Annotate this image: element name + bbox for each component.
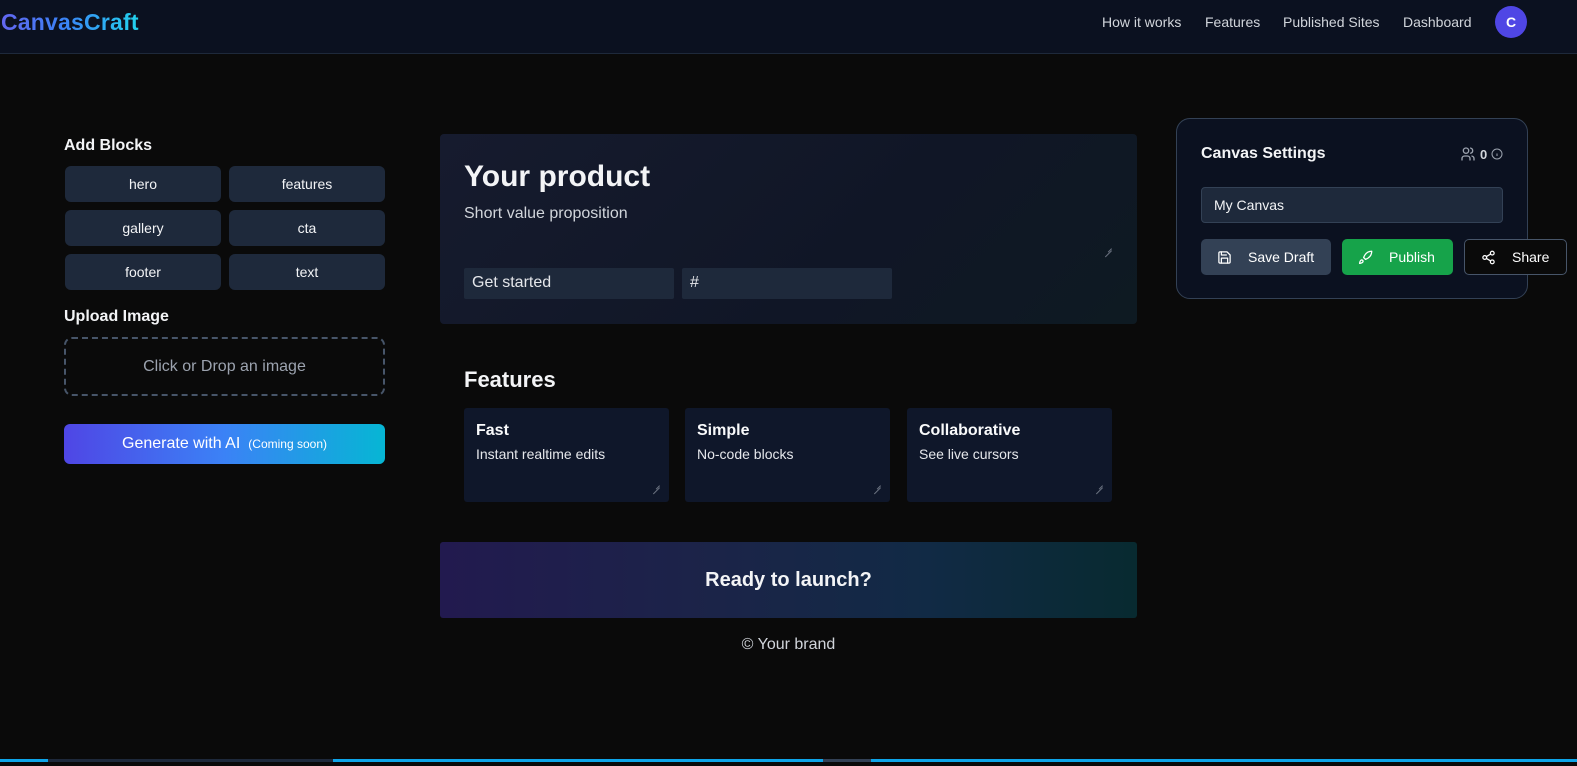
info-icon[interactable]	[1491, 148, 1503, 160]
share-label: Share	[1512, 249, 1550, 265]
rocket-icon	[1358, 250, 1373, 264]
hero-block[interactable]: Your product Short value proposition Get…	[440, 134, 1137, 324]
hero-title[interactable]: Your product	[464, 160, 650, 194]
share-icon	[1482, 250, 1495, 264]
publish-button[interactable]: Publish	[1342, 239, 1453, 275]
resize-handle-icon[interactable]	[874, 481, 881, 488]
hero-subtitle-textarea[interactable]: Short value proposition	[464, 205, 1112, 251]
nav-how-it-works[interactable]: How it works	[1102, 14, 1181, 30]
hero-button-text-input[interactable]: Get started	[464, 268, 674, 299]
save-draft-button[interactable]: Save Draft	[1201, 239, 1331, 275]
bottom-progress-strip	[871, 759, 1577, 762]
add-block-hero-button[interactable]: hero	[65, 166, 221, 202]
generate-with-ai-button[interactable]: Generate with AI (Coming soon)	[64, 424, 385, 464]
canvas-settings-panel: Canvas Settings 0 My Canvas Save Draft P…	[1176, 118, 1567, 299]
bottom-progress-strip	[0, 759, 48, 762]
feature-desc-text: Instant realtime edits	[476, 446, 606, 462]
hero-subtitle-text: Short value proposition	[464, 205, 628, 222]
image-dropzone[interactable]: Click or Drop an image	[64, 337, 385, 396]
collaborators-indicator: 0	[1460, 146, 1503, 162]
feature-title[interactable]: Simple	[697, 422, 749, 440]
collaborators-count: 0	[1480, 146, 1488, 162]
top-navbar: CanvasCraft How it works Features Publis…	[0, 0, 1577, 54]
resize-handle-icon[interactable]	[1096, 481, 1103, 488]
hero-button-link-input[interactable]: #	[682, 268, 892, 299]
feature-title[interactable]: Fast	[476, 422, 509, 440]
feature-card-simple[interactable]: Simple No-code blocks	[685, 408, 890, 502]
bottom-progress-strip	[48, 759, 333, 762]
save-icon	[1218, 250, 1231, 264]
share-button[interactable]: Share	[1464, 239, 1567, 275]
nav-published-sites[interactable]: Published Sites	[1283, 14, 1380, 30]
feature-card-fast[interactable]: Fast Instant realtime edits	[464, 408, 669, 502]
generate-label: Generate with AI	[122, 435, 241, 452]
publish-label: Publish	[1389, 249, 1435, 265]
add-block-features-button[interactable]: features	[229, 166, 385, 202]
feature-title[interactable]: Collaborative	[919, 422, 1020, 440]
feature-desc-textarea[interactable]: No-code blocks	[697, 446, 877, 484]
users-icon	[1461, 147, 1475, 161]
add-block-gallery-button[interactable]: gallery	[65, 210, 221, 246]
add-block-cta-button[interactable]: cta	[229, 210, 385, 246]
feature-desc-text: No-code blocks	[697, 446, 794, 462]
add-block-text-button[interactable]: text	[229, 254, 385, 290]
canvas-settings-title: Canvas Settings	[1201, 145, 1326, 162]
feature-desc-textarea[interactable]: See live cursors	[919, 446, 1099, 484]
cta-text[interactable]: Ready to launch?	[705, 569, 872, 592]
feature-desc-textarea[interactable]: Instant realtime edits	[476, 446, 656, 484]
brand-logo[interactable]: CanvasCraft	[1, 9, 139, 36]
feature-desc-text: See live cursors	[919, 446, 1019, 462]
bottom-progress-strip	[823, 759, 871, 762]
footer-block-text[interactable]: © Your brand	[440, 636, 1137, 654]
dropzone-text: Click or Drop an image	[143, 357, 306, 375]
resize-handle-icon[interactable]	[653, 481, 660, 488]
add-block-footer-button[interactable]: footer	[65, 254, 221, 290]
user-avatar[interactable]: C	[1495, 6, 1527, 38]
canvas-name-input[interactable]: My Canvas	[1201, 187, 1503, 223]
nav-dashboard[interactable]: Dashboard	[1403, 14, 1472, 30]
coming-soon-badge: (Coming soon)	[248, 437, 327, 451]
add-blocks-title: Add Blocks	[64, 137, 153, 154]
resize-handle-icon[interactable]	[1105, 244, 1112, 251]
features-heading[interactable]: Features	[464, 367, 556, 393]
nav-features[interactable]: Features	[1205, 14, 1260, 30]
save-draft-label: Save Draft	[1248, 249, 1315, 265]
bottom-progress-strip	[333, 759, 823, 762]
feature-card-collaborative[interactable]: Collaborative See live cursors	[907, 408, 1112, 502]
cta-block[interactable]: Ready to launch?	[440, 542, 1137, 618]
upload-image-title: Upload Image	[64, 308, 169, 325]
